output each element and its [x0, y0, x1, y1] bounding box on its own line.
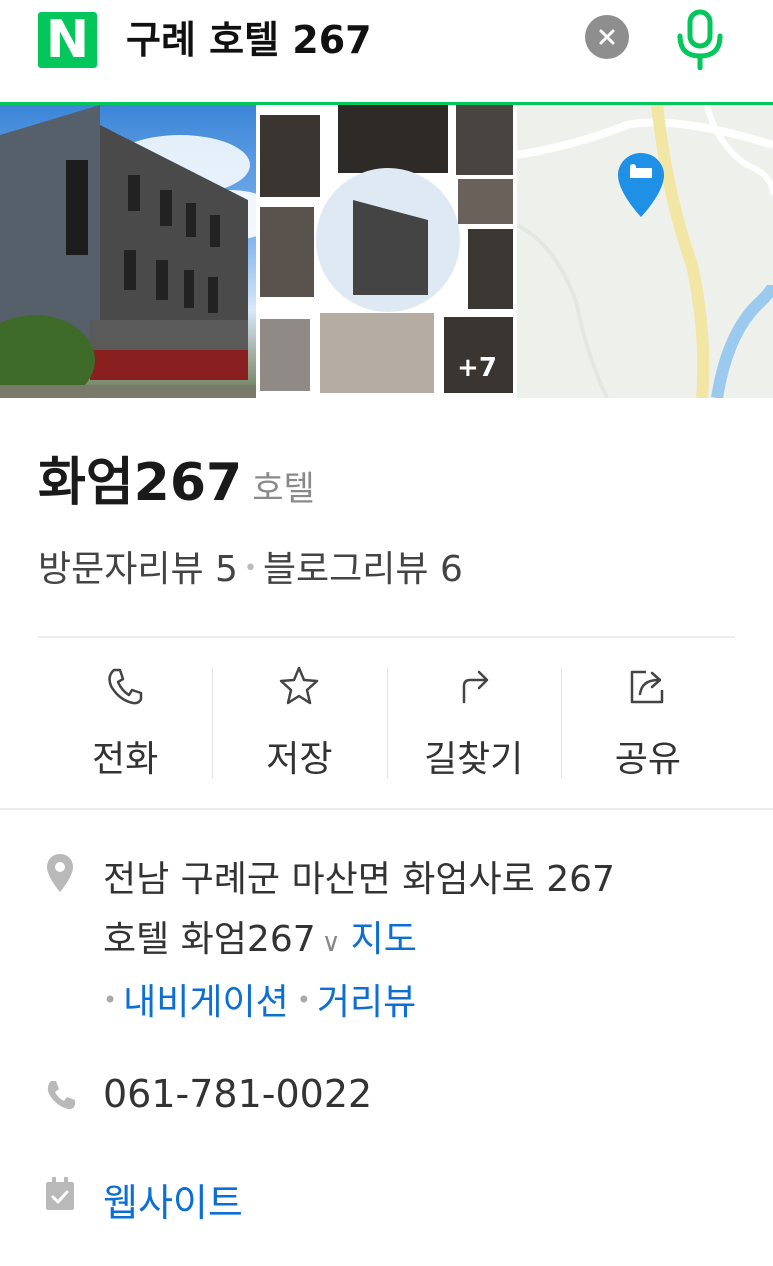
phone-icon	[108, 668, 143, 705]
hotel-building-image	[0, 105, 256, 398]
blog-reviews-link[interactable]: 블로그리뷰 6	[263, 549, 463, 590]
clear-search-button[interactable]	[585, 15, 629, 59]
call-button[interactable]: 전화	[38, 648, 212, 794]
visitor-reviews-link[interactable]: 방문자리뷰 5	[38, 549, 238, 590]
call-label: 전화	[92, 739, 159, 780]
map-thumbnail[interactable]	[517, 105, 773, 398]
hotel-main-photo[interactable]	[0, 105, 256, 398]
map-image	[517, 105, 773, 398]
phone-number[interactable]: 061-781-0022	[103, 1072, 372, 1116]
directions-label: 길찾기	[423, 739, 524, 780]
address-line: 전남 구례군 마산면 화엄사로 267	[103, 859, 615, 900]
calendar-icon	[46, 1177, 74, 1210]
separator-dot: •	[243, 556, 257, 581]
separator-dot: •	[103, 986, 118, 1014]
phone-icon	[47, 1081, 75, 1110]
more-photos-count: +7	[457, 353, 497, 383]
share-button[interactable]: 공유	[560, 648, 735, 794]
location-pin-icon	[47, 854, 73, 892]
search-input[interactable]: 구례 호텔 267	[126, 14, 372, 66]
chevron-down-icon[interactable]: ∨	[322, 928, 341, 958]
navigation-link[interactable]: 내비게이션	[123, 982, 289, 1023]
search-header: N 구례 호텔 267	[0, 0, 773, 105]
separator-dot: •	[296, 986, 311, 1014]
address-detail: 호텔 화엄267	[103, 919, 316, 960]
place-title: 화엄267 호텔	[38, 440, 315, 513]
microphone-icon	[677, 9, 723, 71]
close-icon	[599, 29, 615, 45]
address-block: 전남 구례군 마산면 화엄사로 267 호텔 화엄267 ∨ 지도 • 내비게이션 • 거…	[103, 850, 743, 1036]
review-summary: 방문자리뷰 5 • 블로그리뷰 6	[38, 540, 463, 596]
naver-logo[interactable]: N	[38, 12, 97, 68]
logo-letter: N	[45, 10, 90, 70]
street-view-link[interactable]: 거리뷰	[317, 982, 416, 1023]
address-links-row: • 내비게이션 • 거리뷰	[103, 973, 743, 1036]
place-category: 호텔	[252, 469, 315, 509]
share-label: 공유	[614, 739, 681, 780]
save-button[interactable]: 저장	[212, 648, 386, 794]
save-label: 저장	[266, 739, 333, 780]
action-bar: 전화 저장 길찾기 공유	[38, 648, 735, 794]
room-photo-collage[interactable]: +7	[258, 105, 515, 398]
voice-search-button[interactable]	[672, 8, 728, 71]
star-icon	[280, 666, 319, 705]
website-link[interactable]: 웹사이트	[103, 1172, 243, 1227]
photo-strip: +7	[0, 105, 773, 398]
section-divider	[38, 636, 735, 638]
directions-button[interactable]: 길찾기	[386, 648, 561, 794]
place-name[interactable]: 화엄267	[38, 453, 242, 513]
map-link[interactable]: 지도	[351, 919, 417, 960]
address-line2-row: 호텔 화엄267 ∨ 지도	[103, 910, 743, 973]
directions-icon	[462, 670, 488, 704]
section-divider	[0, 808, 773, 810]
share-icon	[630, 670, 664, 704]
map-pin-icon	[618, 153, 664, 217]
